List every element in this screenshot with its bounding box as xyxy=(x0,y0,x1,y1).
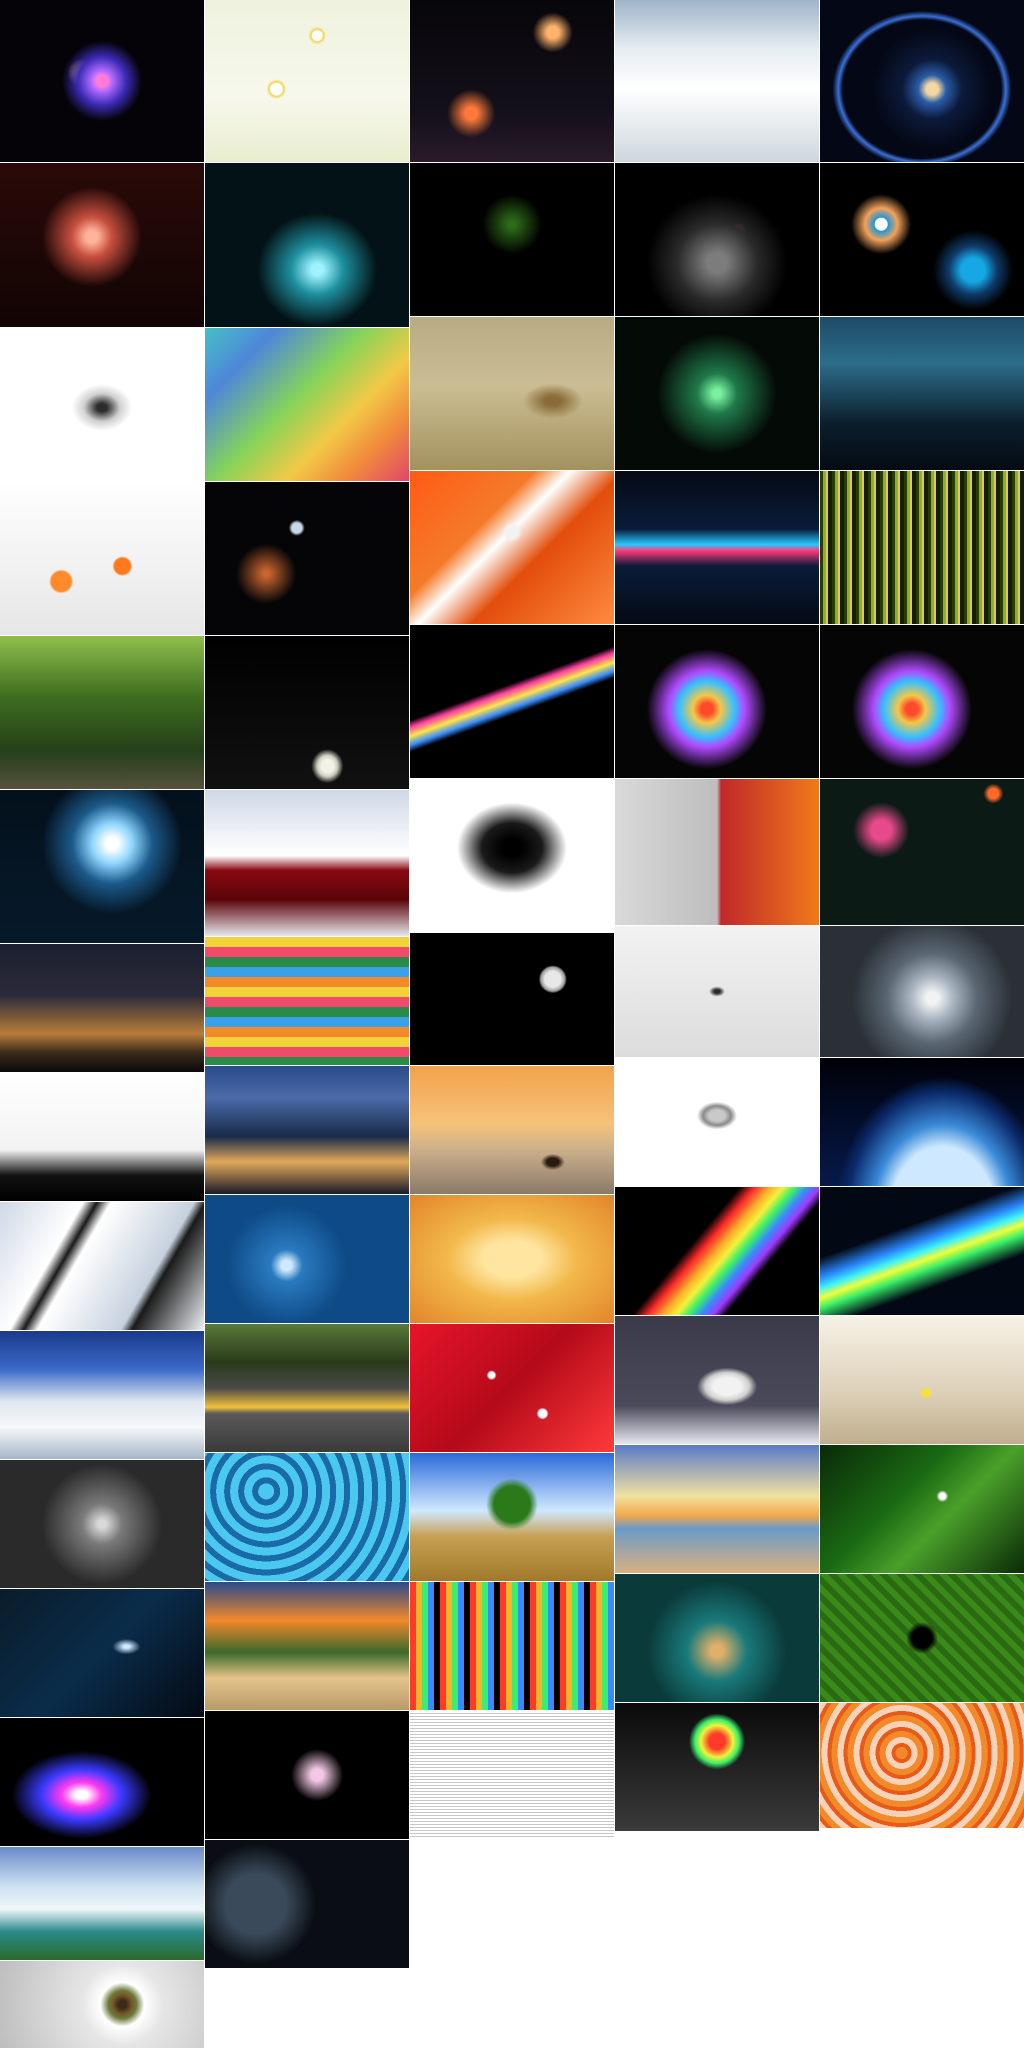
thumbnail-dew-web[interactable] xyxy=(0,1460,204,1588)
thumbnail-road[interactable] xyxy=(205,1324,409,1452)
thumbnail-blue-pebbles[interactable] xyxy=(205,1453,409,1581)
thumbnail-earth-edge[interactable] xyxy=(820,1058,1024,1186)
thumbnail-london[interactable] xyxy=(0,944,204,1072)
thumbnail-mushroom-cloud[interactable] xyxy=(615,1703,819,1831)
thumbnail-legs[interactable] xyxy=(0,1073,204,1201)
thumbnail-circles-blue[interactable] xyxy=(820,163,1024,316)
thumbnail-crystal-tower[interactable] xyxy=(0,790,204,943)
thumbnail-daisies[interactable] xyxy=(205,0,409,162)
thumbnail-ribbons[interactable] xyxy=(410,625,614,778)
thumbnail-stormtrooper[interactable] xyxy=(820,779,1024,925)
thumbnail-red-fractal[interactable] xyxy=(0,163,204,327)
thumbnail-neuron[interactable] xyxy=(615,1574,819,1702)
thumbnail-autumn-leaves[interactable] xyxy=(820,1703,1024,1828)
thumbnail-goats[interactable] xyxy=(615,1316,819,1444)
thumbnail-green-burst[interactable] xyxy=(615,317,819,470)
thumbnail-teal-fractal[interactable] xyxy=(205,163,409,327)
thumbnail-snow-red[interactable] xyxy=(205,790,409,936)
thumbnail-purple-light[interactable] xyxy=(0,1718,204,1846)
thumbnail-coast-sunset[interactable] xyxy=(205,1582,409,1710)
thumbnail-red-drops[interactable] xyxy=(410,1324,614,1452)
thumbnail-tree[interactable] xyxy=(410,1453,614,1581)
thumbnail-blue-rings[interactable] xyxy=(820,0,1024,162)
thumbnail-planets-dark[interactable] xyxy=(205,482,409,635)
thumbnail-night-city[interactable] xyxy=(820,317,1024,470)
wallpaper-thumbnail-grid xyxy=(0,0,1024,2048)
thumbnail-light-stream[interactable] xyxy=(820,1187,1024,1315)
thumbnail-plane-clouds[interactable] xyxy=(0,1331,204,1459)
thumbnail-fractal-lights[interactable] xyxy=(410,0,614,162)
thumbnail-planet-dark[interactable] xyxy=(205,1840,409,1968)
thumbnail-tunnel[interactable] xyxy=(820,926,1024,1057)
thumbnail-color-burst-2[interactable] xyxy=(820,625,1024,778)
thumbnail-moon[interactable] xyxy=(410,933,614,1065)
thumbnail-ladybug[interactable] xyxy=(820,1316,1024,1444)
thumbnail-floral-dark[interactable] xyxy=(205,1711,409,1839)
thumbnail-neon-streaks[interactable] xyxy=(615,471,819,624)
thumbnail-eye[interactable] xyxy=(0,1961,204,2048)
thumbnail-green-vine[interactable] xyxy=(410,163,614,316)
thumbnail-colored-walls[interactable] xyxy=(205,937,409,1065)
thumbnail-prague[interactable] xyxy=(205,1066,409,1194)
thumbnail-orange-balls[interactable] xyxy=(0,482,204,635)
thumbnail-spiral-light[interactable] xyxy=(0,1589,204,1717)
thumbnail-gold-stripes[interactable] xyxy=(820,471,1024,624)
thumbnail-honeycomb[interactable] xyxy=(410,1195,614,1323)
thumbnail-water-drop[interactable] xyxy=(205,1195,409,1323)
thumbnail-raven[interactable] xyxy=(410,779,614,932)
thumbnail-lines-grey[interactable] xyxy=(410,1711,614,1839)
thumbnail-rainbow-waves[interactable] xyxy=(205,328,409,481)
thumbnail-yoga[interactable] xyxy=(615,1058,819,1186)
thumbnail-left-right[interactable] xyxy=(615,779,819,925)
thumbnail-leaf-drops[interactable] xyxy=(820,1445,1024,1573)
thumbnail-chess[interactable] xyxy=(0,328,204,481)
thumbnail-orange-ribbon[interactable] xyxy=(410,471,614,624)
thumbnail-green-splat[interactable] xyxy=(820,1574,1024,1702)
thumbnail-coastline[interactable] xyxy=(0,1847,204,1960)
thumbnail-sunset-beach[interactable] xyxy=(615,1445,819,1573)
thumbnail-red-spheres[interactable] xyxy=(615,163,819,316)
thumbnail-sailboat[interactable] xyxy=(410,1066,614,1194)
thumbnail-fractal-orbs[interactable] xyxy=(0,0,204,162)
thumbnail-color-burst-1[interactable] xyxy=(615,625,819,778)
thumbnail-spectrum-bars[interactable] xyxy=(410,1582,614,1710)
thumbnail-candle[interactable] xyxy=(205,636,409,789)
thumbnail-rainbow-swoosh[interactable] xyxy=(615,1187,819,1315)
thumbnail-splash-drops[interactable] xyxy=(615,926,819,1057)
thumbnail-wheat[interactable] xyxy=(410,317,614,470)
thumbnail-clouds[interactable] xyxy=(615,0,819,162)
thumbnail-bamboo[interactable] xyxy=(0,636,204,789)
thumbnail-shattered[interactable] xyxy=(0,1202,204,1330)
